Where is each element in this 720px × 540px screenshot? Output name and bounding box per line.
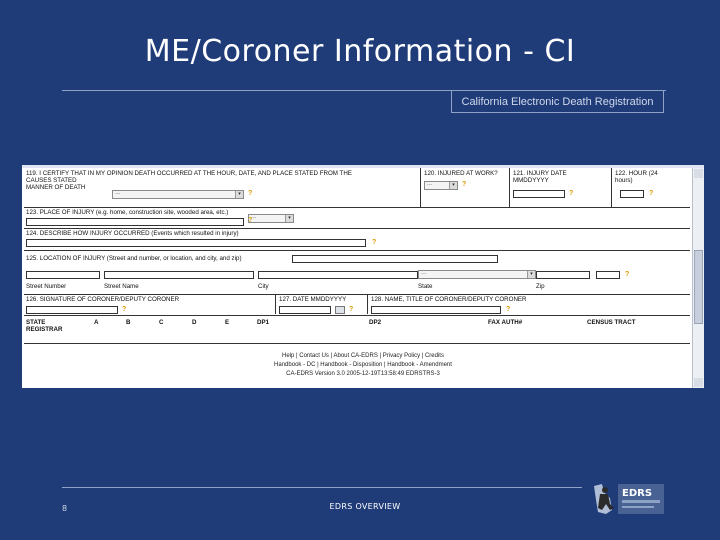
field-122-label: 122. HOUR (24 <box>615 170 658 177</box>
place-of-injury-select[interactable]: --- ▾ <box>248 214 294 223</box>
select-value: --- <box>427 182 433 188</box>
calendar-icon[interactable] <box>335 306 345 314</box>
divider <box>367 294 368 314</box>
chevron-down-icon: ▾ <box>449 182 457 189</box>
help-icon[interactable]: ? <box>625 271 631 279</box>
field-120-label: 120. INJURED AT WORK? <box>424 170 498 177</box>
footer-title: EDRS OVERVIEW <box>329 502 401 511</box>
col-a-label: A <box>94 319 99 326</box>
edrs-logo-graphic: EDRS <box>594 484 664 514</box>
help-icon[interactable]: ? <box>122 306 128 314</box>
edrs-banner: California Electronic Death Registration <box>451 91 664 113</box>
field-125-label: 125. LOCATION OF INJURY (Street and numb… <box>26 255 242 262</box>
help-icon[interactable]: ? <box>569 190 575 198</box>
injury-description-input[interactable] <box>26 239 366 247</box>
field-121-label: 121. INJURY DATE <box>513 170 567 177</box>
select-value: --- <box>421 271 427 277</box>
scroll-down-arrow[interactable] <box>694 378 703 387</box>
field-122-unit: hours) <box>615 177 633 184</box>
manner-of-death-select[interactable]: --- ▾ <box>112 190 244 199</box>
field-128-label: 128. NAME, TITLE OF CORONER/DEPUTY CORON… <box>371 296 527 303</box>
col-b-label: B <box>126 319 131 326</box>
fax-auth-label: FAX AUTH# <box>488 319 523 326</box>
row-separator <box>24 207 690 208</box>
row-separator <box>24 315 690 316</box>
state-registrar-label: STATE REGISTRAR <box>26 319 63 333</box>
injury-hour-input[interactable] <box>620 190 644 198</box>
field-123-label: 123. PLACE OF INJURY (e.g. home, constru… <box>26 209 229 216</box>
col-c-label: C <box>159 319 164 326</box>
zip-input[interactable] <box>536 271 590 279</box>
place-of-injury-input[interactable] <box>26 218 244 226</box>
state-select[interactable]: --- ▾ <box>418 270 536 279</box>
chevron-down-icon: ▾ <box>527 271 535 278</box>
page-number: 8 <box>62 504 68 513</box>
signature-date-input[interactable] <box>279 306 331 314</box>
street-name-input[interactable] <box>104 271 254 279</box>
logo-text: EDRS <box>622 488 652 499</box>
zip-extension-input[interactable] <box>596 271 620 279</box>
col-d-label: D <box>192 319 197 326</box>
frame-top-bar <box>22 165 704 168</box>
field-119-label: 119. I CERTIFY THAT IN MY OPINION DEATH … <box>26 170 352 177</box>
state-label: State <box>418 283 433 290</box>
divider <box>420 168 421 207</box>
street-name-label: Street Name <box>104 283 139 290</box>
row-separator <box>24 343 690 344</box>
injured-at-work-select[interactable]: --- ▾ <box>424 181 458 190</box>
col-e-label: E <box>225 319 230 326</box>
footer-links-line-1[interactable]: Help | Contact Us | About CA-EDRS | Priv… <box>22 352 704 361</box>
version-info: CA-EDRS Version 3.0 2005-12-19T13:58:49 … <box>286 371 440 377</box>
chevron-down-icon: ▾ <box>235 191 243 198</box>
coroner-name-title-input[interactable] <box>371 306 501 314</box>
coroner-signature-input[interactable] <box>26 306 118 314</box>
field-124-label: 124. DESCRIBE HOW INJURY OCCURRED (Event… <box>26 230 239 237</box>
injury-location-input[interactable] <box>292 255 498 263</box>
vertical-scrollbar[interactable] <box>692 168 704 388</box>
help-icon[interactable]: ? <box>506 306 512 314</box>
causes-stated-label: CAUSES STATED <box>26 177 77 184</box>
census-tract-label: CENSUS TRACT <box>587 319 636 326</box>
field-126-label: 126. SIGNATURE OF CORONER/DEPUTY CORONER <box>26 296 180 303</box>
manner-of-death-label: MANNER OF DEATH <box>26 184 86 191</box>
edrs-logo: EDRS <box>588 480 668 520</box>
help-icon[interactable]: ? <box>649 190 655 198</box>
divider <box>509 168 510 207</box>
dp2-label: DP2 <box>369 319 382 326</box>
help-icon[interactable]: ? <box>372 239 378 247</box>
help-icon[interactable]: ? <box>248 190 254 198</box>
field-121-format: MMDDYYYY <box>513 177 549 184</box>
slide-title: ME/Coroner Information - CI <box>144 34 576 69</box>
row-separator <box>24 250 690 251</box>
field-127-label: 127. DATE MMDDYYYY <box>279 296 347 303</box>
injury-date-input[interactable] <box>513 190 565 198</box>
scroll-thumb[interactable] <box>694 250 703 324</box>
zip-label: Zip <box>536 283 545 290</box>
help-icon[interactable]: ? <box>248 217 254 225</box>
row-separator <box>24 294 690 295</box>
city-input[interactable] <box>258 271 418 279</box>
street-number-input[interactable] <box>26 271 100 279</box>
help-icon[interactable]: ? <box>462 181 468 189</box>
scroll-up-arrow[interactable] <box>694 169 703 178</box>
street-number-label: Street Number <box>26 283 67 290</box>
bottom-rule <box>62 487 582 488</box>
chevron-down-icon: ▾ <box>285 215 293 222</box>
help-icon[interactable]: ? <box>349 306 355 314</box>
dp1-label: DP1 <box>257 319 270 326</box>
form-screenshot: 119. I CERTIFY THAT IN MY OPINION DEATH … <box>22 165 704 388</box>
divider <box>611 168 612 207</box>
divider <box>275 294 276 314</box>
row-separator <box>24 228 690 229</box>
select-value: --- <box>115 191 121 197</box>
footer-links-line-2[interactable]: Handbook - DC | Handbook - Disposition |… <box>22 361 704 370</box>
city-label: City <box>258 283 269 290</box>
